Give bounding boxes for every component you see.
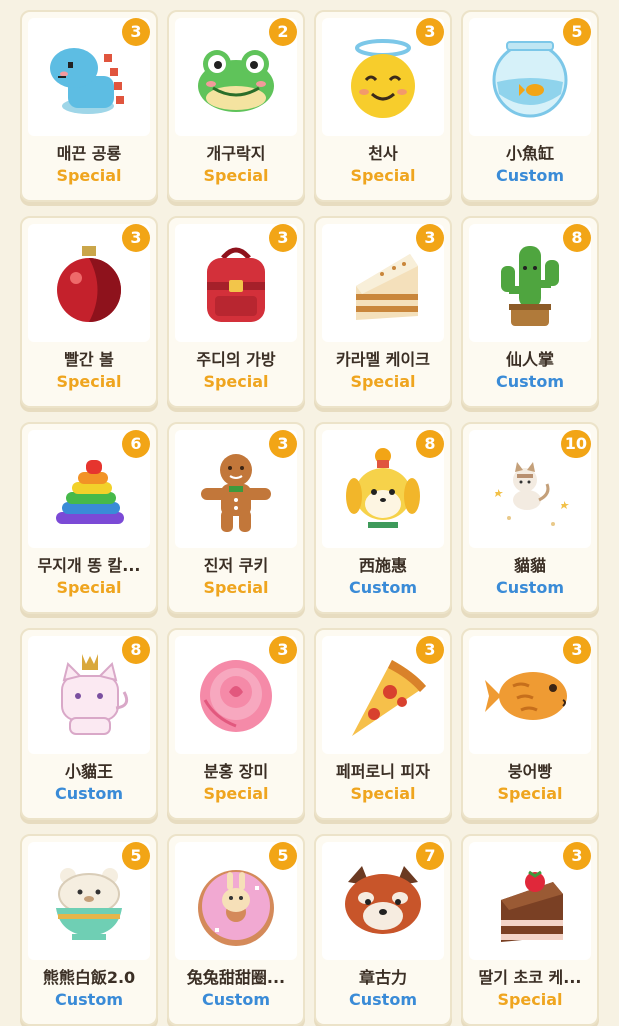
count-badge: 8 — [563, 224, 591, 252]
item-name: 章古力 — [358, 968, 407, 987]
count-badge: 3 — [416, 224, 444, 252]
item-name: 진저 쿠키 — [203, 556, 269, 575]
count-badge: 3 — [416, 18, 444, 46]
item-card[interactable]: 3 분홍 장미 Special — [167, 628, 305, 820]
item-name: 매끈 공룡 — [56, 144, 122, 163]
count-badge: 3 — [416, 636, 444, 664]
count-badge: 2 — [269, 18, 297, 46]
item-card[interactable]: 2 개구락지 Special — [167, 10, 305, 202]
item-name: 붕어빵 — [507, 762, 553, 781]
count-badge: 3 — [269, 224, 297, 252]
item-name: 천사 — [368, 144, 398, 163]
item-tag: Special — [497, 990, 563, 1009]
item-name: 무지개 똥 칼... — [37, 556, 141, 575]
item-tag: Special — [350, 166, 416, 185]
item-tag: Custom — [55, 990, 123, 1009]
item-tag: Custom — [349, 990, 417, 1009]
item-tag: Special — [56, 578, 122, 597]
item-tag: Special — [203, 166, 269, 185]
count-badge: 3 — [563, 842, 591, 870]
item-card[interactable]: 3 딸기 초코 케... Special — [461, 834, 599, 1026]
count-badge: 8 — [416, 430, 444, 458]
count-badge: 8 — [122, 636, 150, 664]
count-badge: 6 — [122, 430, 150, 458]
item-tag: Custom — [349, 578, 417, 597]
item-tag: Special — [203, 372, 269, 391]
item-card[interactable]: 7 章古力 Custom — [314, 834, 452, 1026]
item-card[interactable]: 3 페퍼로니 피자 Special — [314, 628, 452, 820]
item-card[interactable]: 3 주디의 가방 Special — [167, 216, 305, 408]
item-card[interactable]: 3 진저 쿠키 Special — [167, 422, 305, 614]
item-tag: Custom — [55, 784, 123, 803]
count-badge: 7 — [416, 842, 444, 870]
count-badge: 5 — [563, 18, 591, 46]
item-card[interactable]: 3 붕어빵 Special — [461, 628, 599, 820]
item-name: 분홍 장미 — [203, 762, 269, 781]
item-name: 仙人掌 — [505, 350, 554, 369]
count-badge: 3 — [269, 430, 297, 458]
item-name: 카라멜 케이크 — [336, 350, 430, 369]
item-grid: 3 매끈 공룡 Special 2 개구락지 Special 3 천사 Spec… — [0, 0, 619, 1026]
count-badge: 3 — [122, 224, 150, 252]
count-badge: 3 — [563, 636, 591, 664]
item-card[interactable]: 3 빨간 볼 Special — [20, 216, 158, 408]
item-tag: Special — [56, 372, 122, 391]
item-name: 개구락지 — [206, 144, 266, 163]
item-name: 兔兔甜甜圈... — [186, 968, 286, 987]
item-card[interactable]: 6 무지개 똥 칼... Special — [20, 422, 158, 614]
count-badge: 3 — [269, 636, 297, 664]
item-tag: Special — [497, 784, 563, 803]
item-tag: Custom — [496, 166, 564, 185]
item-card[interactable]: 5 熊熊白飯2.0 Custom — [20, 834, 158, 1026]
item-name: 貓貓 — [513, 556, 546, 575]
count-badge: 3 — [122, 18, 150, 46]
item-tag: Custom — [496, 578, 564, 597]
item-tag: Special — [350, 784, 416, 803]
item-name: 小貓王 — [64, 762, 113, 781]
item-name: 페퍼로니 피자 — [336, 762, 430, 781]
item-card[interactable]: 5 兔兔甜甜圈... Custom — [167, 834, 305, 1026]
item-tag: Special — [56, 166, 122, 185]
count-badge: 5 — [269, 842, 297, 870]
count-badge: 10 — [560, 430, 591, 458]
item-tag: Custom — [202, 990, 270, 1009]
item-card[interactable]: 3 카라멜 케이크 Special — [314, 216, 452, 408]
item-name: 주디의 가방 — [196, 350, 276, 369]
item-tag: Special — [350, 372, 416, 391]
item-name: 빨간 볼 — [64, 350, 114, 369]
item-tag: Special — [203, 784, 269, 803]
item-card[interactable]: 8 仙人掌 Custom — [461, 216, 599, 408]
item-card[interactable]: 10 貓貓 Custom — [461, 422, 599, 614]
item-name: 小魚缸 — [505, 144, 554, 163]
item-card[interactable]: 3 매끈 공룡 Special — [20, 10, 158, 202]
item-name: 딸기 초코 케... — [478, 968, 582, 987]
item-tag: Special — [203, 578, 269, 597]
item-card[interactable]: 8 小貓王 Custom — [20, 628, 158, 820]
item-card[interactable]: 3 천사 Special — [314, 10, 452, 202]
item-name: 熊熊白飯2.0 — [42, 968, 136, 987]
item-card[interactable]: 5 小魚缸 Custom — [461, 10, 599, 202]
item-name: 西施惠 — [358, 556, 407, 575]
item-card[interactable]: 8 西施惠 Custom — [314, 422, 452, 614]
count-badge: 5 — [122, 842, 150, 870]
item-tag: Custom — [496, 372, 564, 391]
